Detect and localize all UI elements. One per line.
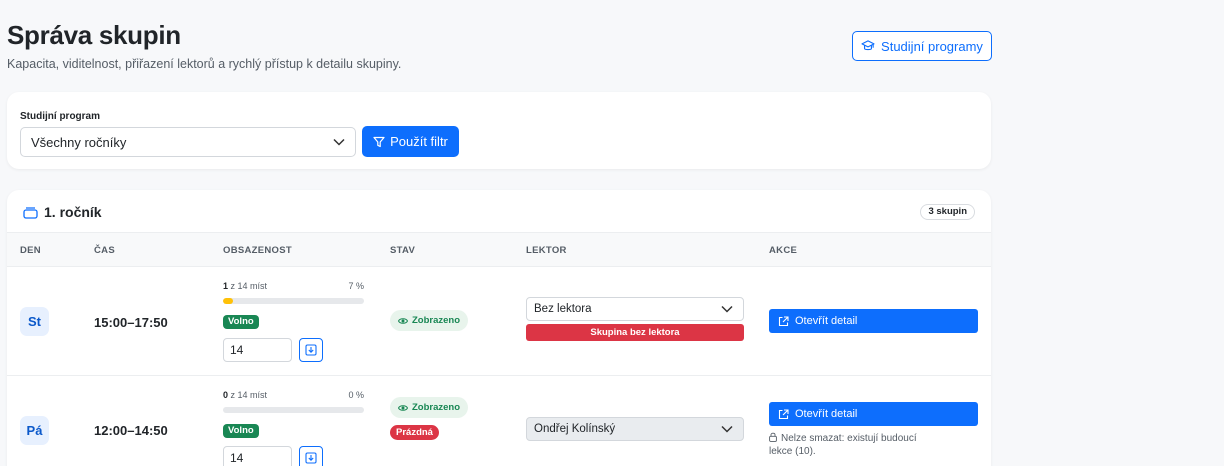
column-header-lector: LEKTOR <box>526 245 567 256</box>
page-title: Správa skupin <box>7 20 181 50</box>
delete-lock-note: Nelze smazat: existují budoucí lekce (10… <box>769 432 919 458</box>
column-header-occupancy: OBSAZENOST <box>223 245 292 256</box>
column-header-state: STAV <box>390 245 416 256</box>
open-detail-button[interactable]: Otevřít detail <box>769 309 978 333</box>
open-detail-label: Otevřít detail <box>795 408 858 420</box>
visibility-label: Zobrazeno <box>412 315 461 326</box>
availability-badge: Volno <box>223 315 259 329</box>
apply-filter-label: Použít filtr <box>390 134 448 149</box>
column-header-time: ČAS <box>94 245 115 256</box>
external-link-icon <box>778 408 789 419</box>
stack-icon <box>23 206 38 219</box>
group-count-badge: 3 skupin <box>920 204 975 220</box>
occupancy-text: 1 z 14 míst <box>223 281 267 291</box>
time-range: 15:00–17:50 <box>94 315 168 330</box>
chevron-down-icon <box>721 305 733 313</box>
availability-badge: Volno <box>223 424 259 438</box>
page-subtitle: Kapacita, viditelnost, přiřazení lektorů… <box>7 57 402 71</box>
occupancy-percent: 0 % <box>348 390 364 400</box>
table-row: St 15:00–17:50 1 z 14 míst 7 % Volno 14 … <box>7 268 991 376</box>
open-detail-label: Otevřít detail <box>795 315 858 327</box>
occupancy-bar-fill <box>223 298 233 304</box>
filter-card: Studijní program Všechny ročníky Použít … <box>7 92 991 169</box>
visibility-label: Zobrazeno <box>412 402 461 413</box>
save-arrow-icon <box>305 452 317 464</box>
capacity-input[interactable]: 14 <box>223 446 292 466</box>
group-title: 1. ročník <box>23 204 102 220</box>
program-select[interactable]: Všechny ročníky <box>20 127 356 157</box>
open-detail-button[interactable]: Otevřít detail <box>769 402 978 426</box>
lector-select[interactable]: Bez lektora <box>526 297 744 321</box>
group-card: 1. ročník 3 skupin DEN ČAS OBSAZENOST ST… <box>7 190 991 466</box>
lector-select-value: Bez lektora <box>534 303 592 315</box>
study-programs-button-label: Studijní programy <box>881 38 983 54</box>
save-capacity-button[interactable] <box>299 338 323 362</box>
chevron-down-icon <box>333 138 345 146</box>
occupancy-percent: 7 % <box>348 281 364 291</box>
capacity-text: z 14 míst <box>230 281 268 291</box>
group-title-text: 1. ročník <box>44 204 102 220</box>
occupancy-text: 0 z 14 míst <box>223 390 267 400</box>
capacity-input[interactable]: 14 <box>223 338 292 362</box>
apply-filter-button[interactable]: Použít filtr <box>362 126 459 157</box>
table-row: Pá 12:00–14:50 0 z 14 míst 0 % Volno 14 … <box>7 377 991 466</box>
column-header-day: DEN <box>20 245 41 256</box>
day-chip: Pá <box>20 416 49 445</box>
occupied-count: 1 <box>223 281 229 291</box>
day-chip: St <box>20 307 49 336</box>
delete-lock-text: Nelze smazat: existují budoucí lekce (10… <box>769 433 917 457</box>
funnel-icon <box>373 136 385 147</box>
save-arrow-icon <box>305 344 317 356</box>
empty-badge: Prázdná <box>390 425 439 440</box>
external-link-icon <box>778 315 789 326</box>
time-range: 12:00–14:50 <box>94 423 168 438</box>
filter-label: Studijní program <box>20 111 100 122</box>
no-lector-warning: Skupina bez lektora <box>526 324 744 341</box>
lock-icon <box>769 432 777 442</box>
occupancy-bar <box>223 407 364 413</box>
eye-icon <box>398 317 408 324</box>
visibility-pill: Zobrazeno <box>390 310 469 331</box>
column-header-actions: AKCE <box>769 245 798 256</box>
save-capacity-button[interactable] <box>299 446 323 466</box>
study-programs-button[interactable]: Studijní programy <box>852 31 992 61</box>
lector-select-value: Ondřej Kolínský <box>534 423 616 435</box>
lector-select[interactable]: Ondřej Kolínský <box>526 417 744 441</box>
eye-icon <box>398 404 408 411</box>
graduation-cap-icon <box>861 40 875 51</box>
visibility-pill: Zobrazeno <box>390 397 469 418</box>
occupancy-bar <box>223 298 364 304</box>
capacity-text: z 14 míst <box>230 390 268 400</box>
occupied-count: 0 <box>223 390 229 400</box>
chevron-down-icon <box>721 425 733 433</box>
table-header: DEN ČAS OBSAZENOST STAV LEKTOR AKCE <box>7 232 991 267</box>
program-select-value: Všechny ročníky <box>31 134 127 150</box>
